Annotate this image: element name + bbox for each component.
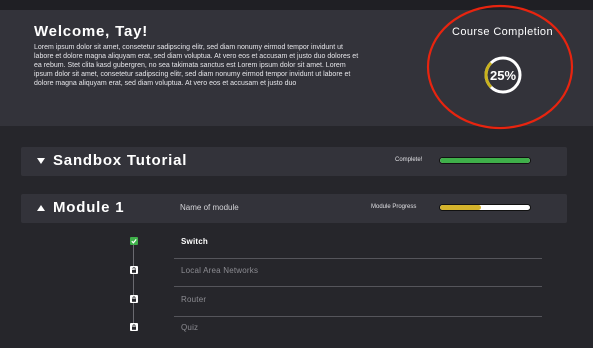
lesson-quiz: Quiz [181, 323, 199, 332]
lock-icon [130, 323, 138, 331]
module-progress-fill [440, 205, 481, 210]
lesson-divider [174, 258, 542, 259]
module-name: Name of module [180, 203, 239, 212]
lesson-router: Router [181, 295, 207, 304]
module-progress-label: Module Progress [371, 204, 417, 210]
sandbox-progress-fill [440, 158, 530, 163]
sandbox-progress-bar [439, 157, 531, 164]
module-1-section[interactable]: Module 1 Name of module Module Progress [21, 194, 567, 223]
lesson-switch[interactable]: Switch [181, 237, 208, 246]
welcome-title: Welcome, Tay! [34, 23, 149, 40]
welcome-description: Lorem ipsum dolor sit amet, consetetur s… [34, 44, 359, 87]
check-icon[interactable] [130, 237, 138, 245]
lesson-local-area-networks[interactable]: Local Area Networks [181, 266, 258, 275]
caret-up-icon[interactable] [37, 205, 45, 211]
course-completion-label: Course Completion [452, 26, 553, 38]
sandbox-tutorial-section[interactable]: Sandbox Tutorial Complete! [21, 147, 567, 176]
top-strip [0, 0, 593, 10]
lesson-divider [174, 286, 542, 287]
lesson-connector-line [133, 244, 134, 330]
sandbox-tutorial-title[interactable]: Sandbox Tutorial [53, 152, 187, 169]
unlock-icon[interactable] [130, 266, 138, 274]
lesson-divider [174, 316, 542, 317]
lock-icon [130, 295, 138, 303]
sandbox-status-label: Complete! [395, 157, 423, 163]
module-title[interactable]: Module 1 [53, 199, 124, 216]
module-progress-bar [439, 204, 531, 211]
caret-down-icon[interactable] [37, 158, 45, 164]
course-completion-percent: 25% [489, 67, 517, 83]
